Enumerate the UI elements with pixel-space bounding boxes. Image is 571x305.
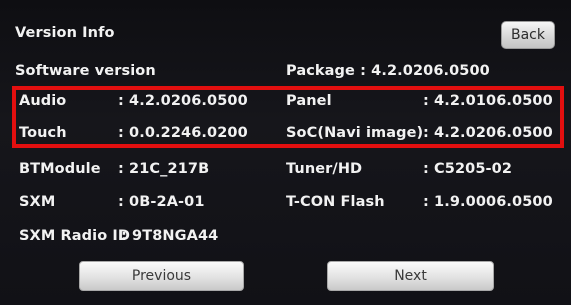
sxm-value: : 0B-2A-01	[118, 194, 205, 210]
sxm-radio-id-value: : 9T8NGA44	[121, 228, 219, 244]
soc-value: : 4.2.0206.0500	[423, 125, 553, 141]
sxm-radio-id-label: SXM Radio ID	[19, 228, 131, 244]
tuner-value: : C5205-02	[423, 161, 513, 177]
sxm-label: SXM	[19, 194, 56, 210]
back-button[interactable]: Back	[501, 21, 555, 49]
audio-label: Audio	[19, 93, 67, 109]
panel-label: Panel	[286, 93, 332, 109]
tcon-flash-label: T-CON Flash	[286, 194, 385, 210]
btmodule-value: : 21C_217B	[118, 161, 210, 177]
tcon-flash-value: : 1.9.0006.0500	[423, 194, 553, 210]
touch-value: : 0.0.2246.0200	[118, 125, 248, 141]
page-title: Version Info	[15, 25, 115, 41]
touch-label: Touch	[19, 125, 67, 141]
tuner-label: Tuner/HD	[286, 161, 363, 177]
soc-label: SoC(Navi image)	[286, 125, 424, 141]
next-button[interactable]: Next	[327, 261, 494, 291]
btmodule-label: BTModule	[19, 161, 101, 177]
software-version-label: Software version	[15, 63, 156, 79]
panel-value: : 4.2.0106.0500	[423, 93, 553, 109]
version-info-screen: Version Info Back Software version Packa…	[0, 0, 571, 305]
package-version: Package : 4.2.0206.0500	[286, 63, 490, 79]
previous-button[interactable]: Previous	[79, 261, 244, 291]
audio-value: : 4.2.0206.0500	[118, 93, 248, 109]
